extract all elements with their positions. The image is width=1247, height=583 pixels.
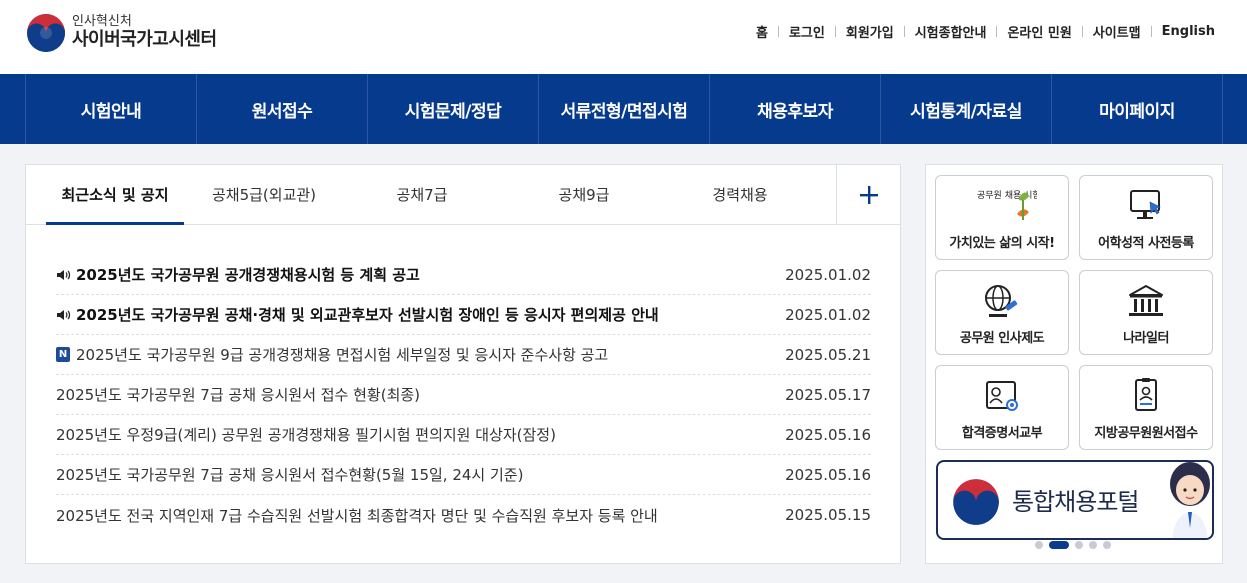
util-link-signup[interactable]: 회원가입 (846, 22, 894, 41)
util-link-home[interactable]: 홈 (756, 22, 768, 41)
nav-item-candidates[interactable]: 채용후보자 (710, 74, 881, 144)
gongmuwon-slogan-icon: 공무원 채용 시험 (977, 190, 1037, 220)
globe-gavel-icon (985, 285, 1018, 317)
quick-link-label: 공무원 인사제도 (959, 331, 1045, 346)
tab-grade5-diplomat[interactable]: 공채5급(외교관) (194, 165, 334, 225)
government-emblem-icon (953, 479, 999, 525)
list-item[interactable]: 2025년도 국가공무원 7급 공채 응시원서 접수 현황(최종) 2025.0… (56, 375, 871, 415)
quick-links-panel: 공무원 채용 시험 가치있는 삶의 시작! 어학성적 사전등록 공무원 인사제도… (925, 164, 1223, 564)
logo-main-text: 사이버국가고시센터 (72, 29, 217, 51)
list-item-date: 2025.01.02 (785, 265, 871, 284)
nav-item-statistics[interactable]: 시험통계/자료실 (881, 74, 1052, 144)
list-item[interactable]: 2025년도 우정9급(계리) 공무원 공개경쟁채용 필기시험 편의지원 대상자… (56, 415, 871, 455)
logo-sub-text: 인사혁신처 (72, 14, 132, 30)
divider (834, 26, 836, 37)
list-item-title: 2025년도 국가공무원 공채·경채 및 외교관후보자 선발시험 장애인 등 응… (76, 306, 659, 324)
list-item-title: 2025년도 우정9급(계리) 공무원 공개경쟁채용 필기시험 편의지원 대상자… (56, 426, 556, 444)
quick-link-label: 어학성적 사전등록 (1098, 236, 1194, 251)
speaker-icon (57, 309, 71, 320)
government-emblem-icon (27, 14, 65, 52)
carousel-dot[interactable] (1103, 541, 1111, 549)
list-item-date: 2025.01.02 (785, 305, 871, 324)
carousel-indicators (1032, 541, 1114, 549)
notice-tabs: 최근소식 및 공지 공채5급(외교관) 공채7급 공채9급 경력채용 (26, 165, 900, 225)
carousel-dot-active[interactable] (1049, 541, 1069, 549)
divider (777, 26, 779, 37)
list-item-title: 2025년도 국가공무원 7급 공채 응시원서 접수 현황(최종) (56, 386, 421, 404)
quick-link-label: 지방공무원원서접수 (1094, 426, 1198, 441)
util-link-sitemap[interactable]: 사이트맵 (1093, 22, 1141, 41)
quick-link-label: 가치있는 삶의 시작! (949, 236, 1055, 251)
quick-link-local-application[interactable]: 지방공무원원서접수 (1079, 365, 1213, 450)
util-link-login[interactable]: 로그인 (789, 22, 825, 41)
quick-link-language-score[interactable]: 어학성적 사전등록 (1079, 175, 1213, 260)
speaker-icon (57, 269, 71, 280)
divider (1081, 26, 1083, 37)
nav-item-application[interactable]: 원서접수 (197, 74, 368, 144)
util-link-english[interactable]: English (1162, 24, 1215, 39)
list-item[interactable]: 2025년도 전국 지역인재 7급 수습직원 선발시험 최종합격자 명단 및 수… (56, 495, 871, 535)
list-item[interactable]: N 2025년도 국가공무원 9급 공개경쟁채용 면접시험 세부일정 및 응시자… (56, 335, 871, 375)
divider (996, 26, 998, 37)
government-building-icon (1129, 285, 1163, 316)
list-item[interactable]: 2025년도 국가공무원 공채·경채 및 외교관후보자 선발시험 장애인 등 응… (56, 295, 871, 335)
util-link-exam-guide[interactable]: 시험종합안내 (915, 22, 987, 41)
plus-icon (859, 186, 878, 204)
site-logo[interactable]: 인사혁신처 사이버국가고시센터 (26, 13, 217, 53)
notice-list: 2025년도 국가공무원 공개경쟁채용시험 등 계획 공고 2025.01.02… (56, 255, 871, 535)
quick-link-certificate[interactable]: 합격증명서교부 (935, 365, 1069, 450)
carousel-dot[interactable] (1089, 541, 1097, 549)
integrated-recruitment-banner[interactable]: 통합채용포털 (936, 460, 1214, 540)
quick-link-label: 합격증명서교부 (961, 426, 1043, 441)
tab-grade7[interactable]: 공채7급 (372, 165, 472, 225)
list-item-date: 2025.05.21 (785, 345, 871, 364)
list-item[interactable]: 2025년도 국가공무원 공개경쟁채용시험 등 계획 공고 2025.01.02 (56, 255, 871, 295)
more-button[interactable] (836, 165, 900, 225)
character-illustration (1170, 462, 1210, 538)
id-document-icon (1135, 378, 1157, 411)
utility-nav: 홈 로그인 회원가입 시험종합안내 온라인 민원 사이트맵 English (756, 22, 1215, 41)
nav-item-exam-questions[interactable]: 시험문제/정답 (368, 74, 539, 144)
nav-item-exam-info[interactable]: 시험안내 (26, 74, 197, 144)
list-item-title: 2025년도 전국 지역인재 7급 수습직원 선발시험 최종합격자 명단 및 수… (56, 506, 658, 525)
quick-link-hr-system[interactable]: 공무원 인사제도 (935, 270, 1069, 355)
main-nav: 시험안내 원서접수 시험문제/정답 서류전형/면접시험 채용후보자 시험통계/자… (0, 74, 1247, 144)
top-header: 인사혁신처 사이버국가고시센터 홈 로그인 회원가입 시험종합안내 온라인 민원… (0, 0, 1247, 74)
monitor-cursor-icon (1130, 190, 1161, 219)
list-item-title: 2025년도 국가공무원 9급 공개경쟁채용 면접시험 세부일정 및 응시자 준… (76, 346, 609, 364)
carousel-dot[interactable] (1075, 541, 1083, 549)
divider (903, 26, 905, 37)
certificate-icon (986, 381, 1018, 411)
list-item-title: 2025년도 국가공무원 7급 공채 응시원서 접수현황(5월 15일, 24시… (56, 466, 524, 484)
divider (1150, 26, 1152, 37)
notice-panel: 최근소식 및 공지 공채5급(외교관) 공채7급 공채9급 경력채용 2025년… (25, 164, 901, 564)
carousel-dot[interactable] (1035, 541, 1043, 549)
util-link-online-petition[interactable]: 온라인 민원 (1007, 22, 1071, 41)
quick-link-narailter[interactable]: 나라일터 (1079, 270, 1213, 355)
quick-link-slogan[interactable]: 공무원 채용 시험 가치있는 삶의 시작! (935, 175, 1069, 260)
tab-grade9[interactable]: 공채9급 (534, 165, 634, 225)
tab-recent-news[interactable]: 최근소식 및 공지 (46, 165, 184, 225)
list-item[interactable]: 2025년도 국가공무원 7급 공채 응시원서 접수현황(5월 15일, 24시… (56, 455, 871, 495)
nav-item-mypage[interactable]: 마이페이지 (1052, 74, 1223, 144)
list-item-date: 2025.05.15 (785, 506, 871, 524)
banner-title: 통합채용포털 (1012, 488, 1139, 516)
tab-career[interactable]: 경력채용 (690, 165, 790, 225)
quick-link-label: 나라일터 (1123, 331, 1169, 346)
new-badge: N (56, 347, 70, 362)
list-item-date: 2025.05.16 (785, 425, 871, 444)
list-item-date: 2025.05.17 (785, 385, 871, 404)
nav-item-interview[interactable]: 서류전형/면접시험 (539, 74, 710, 144)
list-item-date: 2025.05.16 (785, 465, 871, 484)
list-item-title: 2025년도 국가공무원 공개경쟁채용시험 등 계획 공고 (76, 266, 420, 284)
